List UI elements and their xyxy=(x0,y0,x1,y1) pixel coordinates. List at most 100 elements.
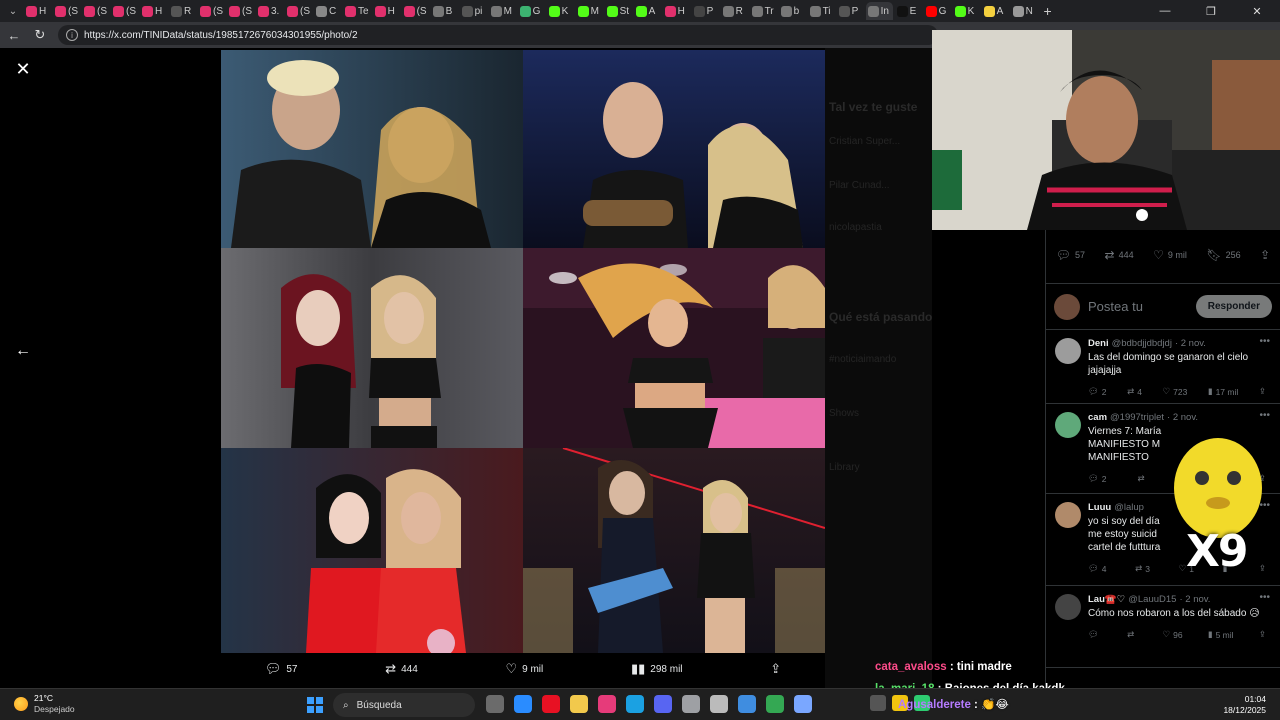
avatar[interactable] xyxy=(1055,412,1081,438)
browser-tab[interactable]: B xyxy=(431,2,458,20)
share-action[interactable]: ⇪ xyxy=(770,661,781,677)
repost-action[interactable]: ⇄ xyxy=(1127,629,1137,640)
browser-tab[interactable]: G xyxy=(924,2,951,20)
taskbar-app-icon[interactable] xyxy=(486,695,504,713)
reply-author[interactable]: Deni xyxy=(1088,338,1109,349)
browser-tab[interactable]: R xyxy=(169,2,196,20)
close-window-button[interactable]: ✕ xyxy=(1234,0,1280,22)
reload-icon[interactable]: ↻ xyxy=(28,23,52,47)
browser-tab[interactable]: (S xyxy=(198,2,225,20)
reply-button[interactable]: Responder xyxy=(1195,295,1272,318)
restore-button[interactable]: ❐ xyxy=(1188,0,1234,22)
tab-search-chevron-icon[interactable]: ⌄ xyxy=(4,2,22,20)
reply-author[interactable]: Luuu xyxy=(1088,502,1111,513)
reply-action[interactable]: 💬︎ 4 xyxy=(1088,563,1107,574)
reply-tweet[interactable]: Deni @bdbdjjdbdjdj · 2 nov. ••• Las del domi… xyxy=(1046,330,1280,404)
repost-action[interactable]: ⇄ 444 xyxy=(385,661,418,677)
taskbar-app-icon[interactable] xyxy=(682,695,700,713)
start-button[interactable] xyxy=(307,697,323,713)
repost-action[interactable]: ⇄ 4 xyxy=(1127,386,1142,397)
avatar[interactable] xyxy=(1055,338,1081,364)
browser-tab[interactable]: M xyxy=(489,2,516,20)
photo-collage[interactable] xyxy=(221,50,825,653)
more-options-icon[interactable]: ••• xyxy=(1259,592,1270,603)
like-action[interactable]: ♡ 723 xyxy=(1163,386,1188,397)
reply-author[interactable]: Lau☎️♡ xyxy=(1088,594,1125,605)
more-options-icon[interactable]: ••• xyxy=(1259,336,1270,347)
reply-action[interactable]: 💬︎ 2 xyxy=(1088,386,1107,397)
site-info-icon[interactable]: i xyxy=(66,29,78,41)
browser-tab[interactable]: G xyxy=(518,2,545,20)
reply-handle[interactable]: @1997triplet xyxy=(1110,412,1164,423)
browser-tab[interactable]: H xyxy=(140,2,167,20)
browser-tab[interactable]: E xyxy=(895,2,922,20)
minimize-button[interactable]: — xyxy=(1142,0,1188,22)
tray-icon[interactable] xyxy=(870,695,886,711)
taskbar-app-icon[interactable] xyxy=(626,695,644,713)
reply-handle[interactable]: @lalup xyxy=(1114,502,1144,513)
taskbar-app-icon[interactable] xyxy=(514,695,532,713)
browser-tab[interactable]: (S xyxy=(111,2,138,20)
browser-tab[interactable]: (S xyxy=(285,2,312,20)
avatar[interactable] xyxy=(1055,502,1081,528)
weather-widget[interactable]: 21°C Despejado xyxy=(14,693,75,715)
browser-tab[interactable]: b xyxy=(779,2,806,20)
taskbar-app-icon[interactable] xyxy=(738,695,756,713)
browser-tab[interactable]: (S xyxy=(53,2,80,20)
stat-bookmarks[interactable]: 🔖︎ 256 xyxy=(1206,248,1240,262)
browser-tab[interactable]: pi xyxy=(460,2,487,20)
reply-handle[interactable]: @LauuD15 xyxy=(1128,594,1176,605)
taskbar-app-icon[interactable] xyxy=(570,695,588,713)
browser-tab[interactable]: Ti xyxy=(808,2,835,20)
taskbar-app-icon[interactable] xyxy=(542,695,560,713)
views-action[interactable]: ▮ 17 mil xyxy=(1208,386,1238,397)
browser-tab[interactable]: H xyxy=(373,2,400,20)
browser-tab[interactable]: M xyxy=(576,2,603,20)
reply-action[interactable]: 💬︎ xyxy=(1088,629,1102,640)
browser-tab[interactable]: P xyxy=(692,2,719,20)
reply-handle[interactable]: @bdbdjjdbdjdj xyxy=(1112,338,1172,349)
browser-tab[interactable]: A xyxy=(634,2,661,20)
browser-tab[interactable]: H xyxy=(24,2,51,20)
reply-input[interactable]: Postea tu xyxy=(1088,299,1188,314)
taskbar-app-icon[interactable] xyxy=(654,695,672,713)
reply-tweet[interactable]: Lau☎️♡ @LauuD15 · 2 nov. ••• Cómo nos robaro… xyxy=(1046,586,1280,668)
browser-tab[interactable]: (S xyxy=(82,2,109,20)
browser-tab[interactable]: (S xyxy=(227,2,254,20)
share-action[interactable]: ⇪ xyxy=(1259,629,1266,640)
new-tab-button[interactable]: + xyxy=(1040,3,1056,19)
browser-tab[interactable]: K xyxy=(953,2,980,20)
close-viewer-button[interactable]: ✕ xyxy=(12,58,34,80)
more-options-icon[interactable]: ••• xyxy=(1259,410,1270,421)
browser-tab[interactable]: K xyxy=(547,2,574,20)
browser-tab[interactable]: St xyxy=(605,2,632,20)
stat-share[interactable]: ⇪ xyxy=(1260,248,1270,262)
avatar[interactable] xyxy=(1055,594,1081,620)
back-icon[interactable]: ← xyxy=(2,23,26,47)
browser-tab[interactable]: A xyxy=(982,2,1009,20)
browser-tab[interactable]: Tr xyxy=(750,2,777,20)
browser-tab[interactable]: C xyxy=(314,2,341,20)
reply-action[interactable]: 💬︎ 2 xyxy=(1088,473,1107,484)
share-action[interactable]: ⇪ xyxy=(1259,386,1266,397)
repost-action[interactable]: ⇄ xyxy=(1138,473,1148,484)
browser-tab[interactable]: P xyxy=(837,2,864,20)
browser-tab[interactable]: R xyxy=(721,2,748,20)
stat-reposts[interactable]: ⇄ 444 xyxy=(1105,248,1134,262)
reply-author[interactable]: cam xyxy=(1088,412,1107,423)
browser-tab[interactable]: H xyxy=(663,2,690,20)
taskbar-search[interactable]: ⌕ Búsqueda xyxy=(333,693,475,717)
browser-tab[interactable]: Te xyxy=(343,2,371,20)
browser-tab[interactable]: In xyxy=(865,2,893,20)
stat-replies[interactable]: 💬︎ 57 xyxy=(1056,248,1085,262)
reply-action[interactable]: 💬︎ 57 xyxy=(265,661,298,677)
repost-action[interactable]: ⇄ 3 xyxy=(1135,563,1150,574)
taskbar-app-icon[interactable] xyxy=(794,695,812,713)
taskbar-app-icon[interactable] xyxy=(766,695,784,713)
like-action[interactable]: ♡ 96 xyxy=(1163,629,1183,640)
stat-likes[interactable]: ♡ 9 mil xyxy=(1153,248,1187,262)
browser-tab[interactable]: N xyxy=(1011,2,1038,20)
clock[interactable]: 01:04 18/12/2025 xyxy=(1223,694,1266,716)
url-field[interactable]: i https://x.com/TINIData/status/19851726… xyxy=(58,25,938,45)
taskbar-app-icon[interactable] xyxy=(598,695,616,713)
